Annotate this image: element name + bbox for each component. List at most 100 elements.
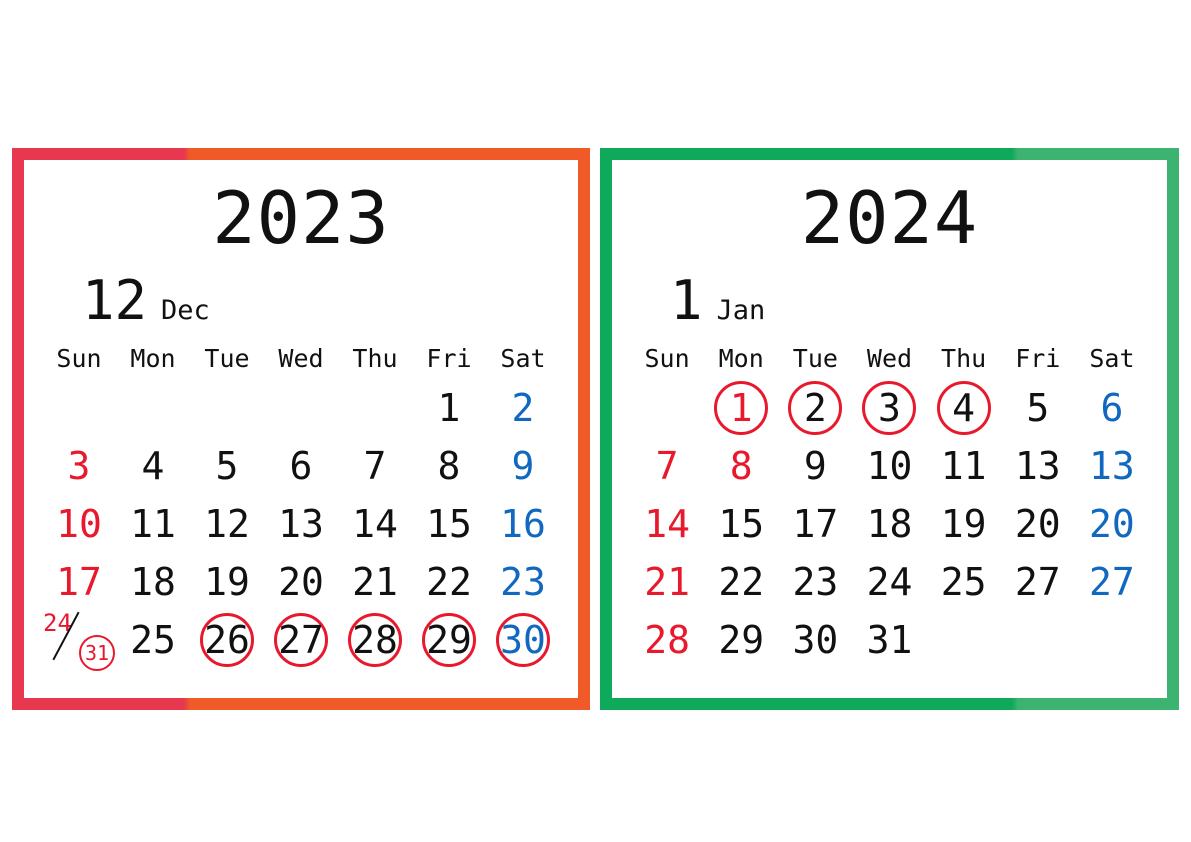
calendar-week-row: 12345 6 (630, 379, 1149, 437)
weekday-header-wed-december: Wed (278, 344, 324, 373)
month-heading-december: 12 Dec (42, 274, 560, 328)
day-number: 11 (130, 502, 176, 546)
calendar-week-row: 7 8 9 10 11 13 13 (630, 437, 1149, 495)
calendar-week-row: 3 4 5 6 7 8 9 (42, 437, 560, 495)
day-number: 15 (426, 502, 472, 546)
day-cell-17: 17 (42, 553, 116, 611)
weekday-header-thu-january: Thu (941, 344, 987, 373)
day-cell-empty (264, 379, 338, 437)
day-cell-4: 4 (116, 437, 190, 495)
calendar-panel-january: 2024 1 Jan Sun Mon Tue Wed Thu Fri Sat 1234567… (600, 148, 1179, 710)
day-number-circled: 26 (200, 613, 254, 667)
split-day-marker: 24 31 (43, 611, 115, 671)
day-cell-12: 12 (190, 495, 264, 553)
panel-inner-january: 2024 1 Jan Sun Mon Tue Wed Thu Fri Sat 1234567… (612, 160, 1167, 698)
day-number: 31 (866, 618, 913, 662)
day-number: 21 (644, 560, 690, 604)
day-number: 23 (500, 560, 546, 604)
day-number: 6 (289, 444, 313, 488)
year-heading-december: 2023 (212, 176, 390, 260)
weekday-header-row-january: Sun Mon Tue Wed Thu Fri Sat (630, 344, 1149, 379)
day-cell-5: 5 (190, 437, 264, 495)
day-cell-16: 16 (486, 495, 560, 553)
weekday-header-wed-january: Wed (866, 344, 913, 373)
day-cell-7: 7 (630, 437, 704, 495)
day-cell-1: 1 (412, 379, 486, 437)
day-number: 22 (426, 560, 472, 604)
day-number: 18 (130, 560, 176, 604)
day-number: 25 (940, 560, 987, 604)
day-number: 18 (866, 502, 913, 546)
day-number: 17 (792, 502, 839, 546)
day-cell-31: 31 (852, 611, 926, 669)
day-cell-8: 8 (704, 437, 778, 495)
weekday-header-tue-december: Tue (204, 344, 250, 373)
day-number: 30 (792, 618, 839, 662)
day-cell-27: 27 (264, 611, 338, 669)
weekday-header-fri-january: Fri (1015, 344, 1061, 373)
day-number: 6 (1100, 386, 1124, 430)
day-number: 29 (718, 618, 765, 662)
day-cell-empty (927, 611, 1001, 669)
day-cell-23: 23 (486, 553, 560, 611)
day-cell-13: 13 (1001, 437, 1075, 495)
calendar-week-row: 10 11 12 13 14 15 16 (42, 495, 560, 553)
split-day-bottom-label-circled: 31 (79, 635, 115, 671)
day-cell-empty (190, 379, 264, 437)
day-cell-4: 4 (927, 379, 1001, 437)
day-number: 21 (352, 560, 398, 604)
weekday-header-thu-december: Thu (352, 344, 398, 373)
day-cell-21: 21 (338, 553, 412, 611)
calendar-grid-january: Sun Mon Tue Wed Thu Fri Sat 1 2 3 4 5 6 7 8 9 10 11 13 13 1… (630, 344, 1149, 669)
day-cell-23: 23 (778, 553, 852, 611)
day-cell-29: 29 (704, 611, 778, 669)
weekday-header-sat-december: Sat (500, 344, 546, 373)
day-number-circled: 28 (348, 613, 402, 667)
day-cell-22: 22 (704, 553, 778, 611)
day-cell-30: 30 (778, 611, 852, 669)
day-number: 24 (866, 560, 913, 604)
day-number: 5 (1026, 386, 1050, 430)
day-number: 27 (1089, 560, 1135, 604)
day-cell-30: 30 (486, 611, 560, 669)
month-number-january: 1 (670, 269, 703, 332)
day-number: 27 (1014, 560, 1061, 604)
calendar-body-december: 1 2 3 4 5 6 7 8 9 10 11 12 13 14 15 16 17 18 19 20 21 22 23 24 3… (42, 379, 560, 671)
calendar-week-row: 28 29 30 31 (630, 611, 1149, 669)
day-cell-empty (630, 379, 704, 437)
day-cell-8: 8 (412, 437, 486, 495)
month-abbreviation-january: Jan (716, 295, 766, 326)
day-cell-9: 9 (778, 437, 852, 495)
day-number-circled: 3 (862, 381, 917, 435)
day-cell-19: 19 (927, 495, 1001, 553)
day-number: 20 (278, 560, 324, 604)
day-cell-2: 2 (486, 379, 560, 437)
day-number: 7 (363, 444, 387, 488)
weekday-header-fri-december: Fri (426, 344, 472, 373)
year-heading-january: 2024 (800, 176, 979, 260)
day-number: 22 (718, 560, 765, 604)
day-number: 19 (940, 502, 987, 546)
day-number: 13 (1014, 444, 1061, 488)
weekday-header-sun-december: Sun (56, 344, 102, 373)
day-cell-empty (116, 379, 190, 437)
day-number: 19 (204, 560, 250, 604)
day-cell-20: 20 (264, 553, 338, 611)
day-number: 7 (655, 444, 679, 488)
day-cell-6: 6 (1075, 379, 1149, 437)
day-number: 3 (67, 444, 91, 488)
calendar-week-row: 14 15 17 18 19 20 20 (630, 495, 1149, 553)
day-cell-19: 19 (190, 553, 264, 611)
day-number: 14 (352, 502, 398, 546)
day-cell-14: 14 (630, 495, 704, 553)
day-number-circled: 29 (422, 613, 476, 667)
weekday-header-row-december: Sun Mon Tue Wed Thu Fri Sat (42, 344, 560, 379)
day-number-circled: 30 (496, 613, 550, 667)
day-number: 1 (437, 386, 461, 430)
day-cell-3: 3 (852, 379, 926, 437)
calendar-grid-december: Sun Mon Tue Wed Thu Fri Sat 1 2 3 4 5 6 7 8 9 10 11 12 13 1… (42, 344, 560, 671)
day-cell-24: 24 (852, 553, 926, 611)
day-number: 20 (1014, 502, 1061, 546)
day-number: 5 (215, 444, 239, 488)
calendar-week-row: 17 18 19 20 21 22 23 (42, 553, 560, 611)
